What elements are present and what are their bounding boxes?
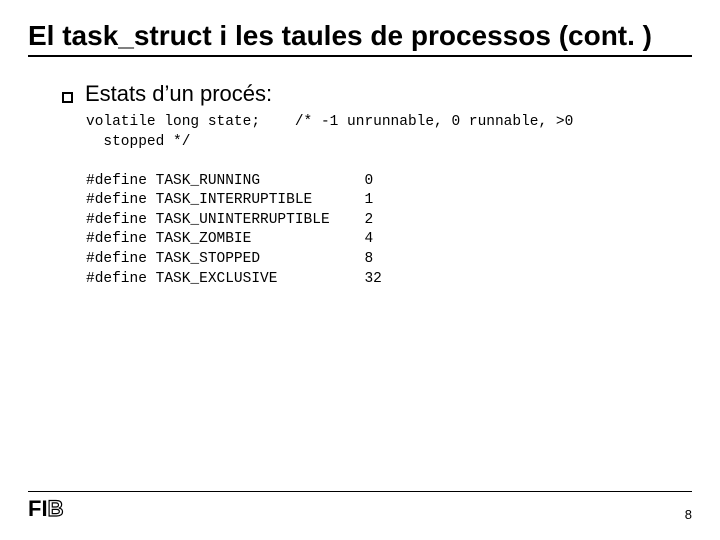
page-number: 8 bbox=[685, 507, 692, 522]
code-block: volatile long state; /* -1 unrunnable, 0… bbox=[86, 113, 692, 289]
footer-row: FIB 8 bbox=[28, 496, 692, 522]
footer-rule bbox=[28, 491, 692, 492]
title-underline bbox=[28, 55, 692, 57]
square-bullet-icon bbox=[62, 92, 73, 103]
content-area: Estats d’un procés: volatile long state;… bbox=[28, 81, 692, 289]
slide: El task_struct i les taules de processos… bbox=[0, 0, 720, 540]
logo-solid: FI bbox=[28, 496, 48, 521]
bullet-item: Estats d’un procés: bbox=[62, 81, 692, 107]
slide-title: El task_struct i les taules de processos… bbox=[28, 18, 692, 53]
fib-logo: FIB bbox=[28, 496, 63, 522]
bullet-text: Estats d’un procés: bbox=[85, 81, 272, 107]
logo-outline: B bbox=[48, 496, 64, 521]
footer: FIB 8 bbox=[28, 491, 692, 522]
